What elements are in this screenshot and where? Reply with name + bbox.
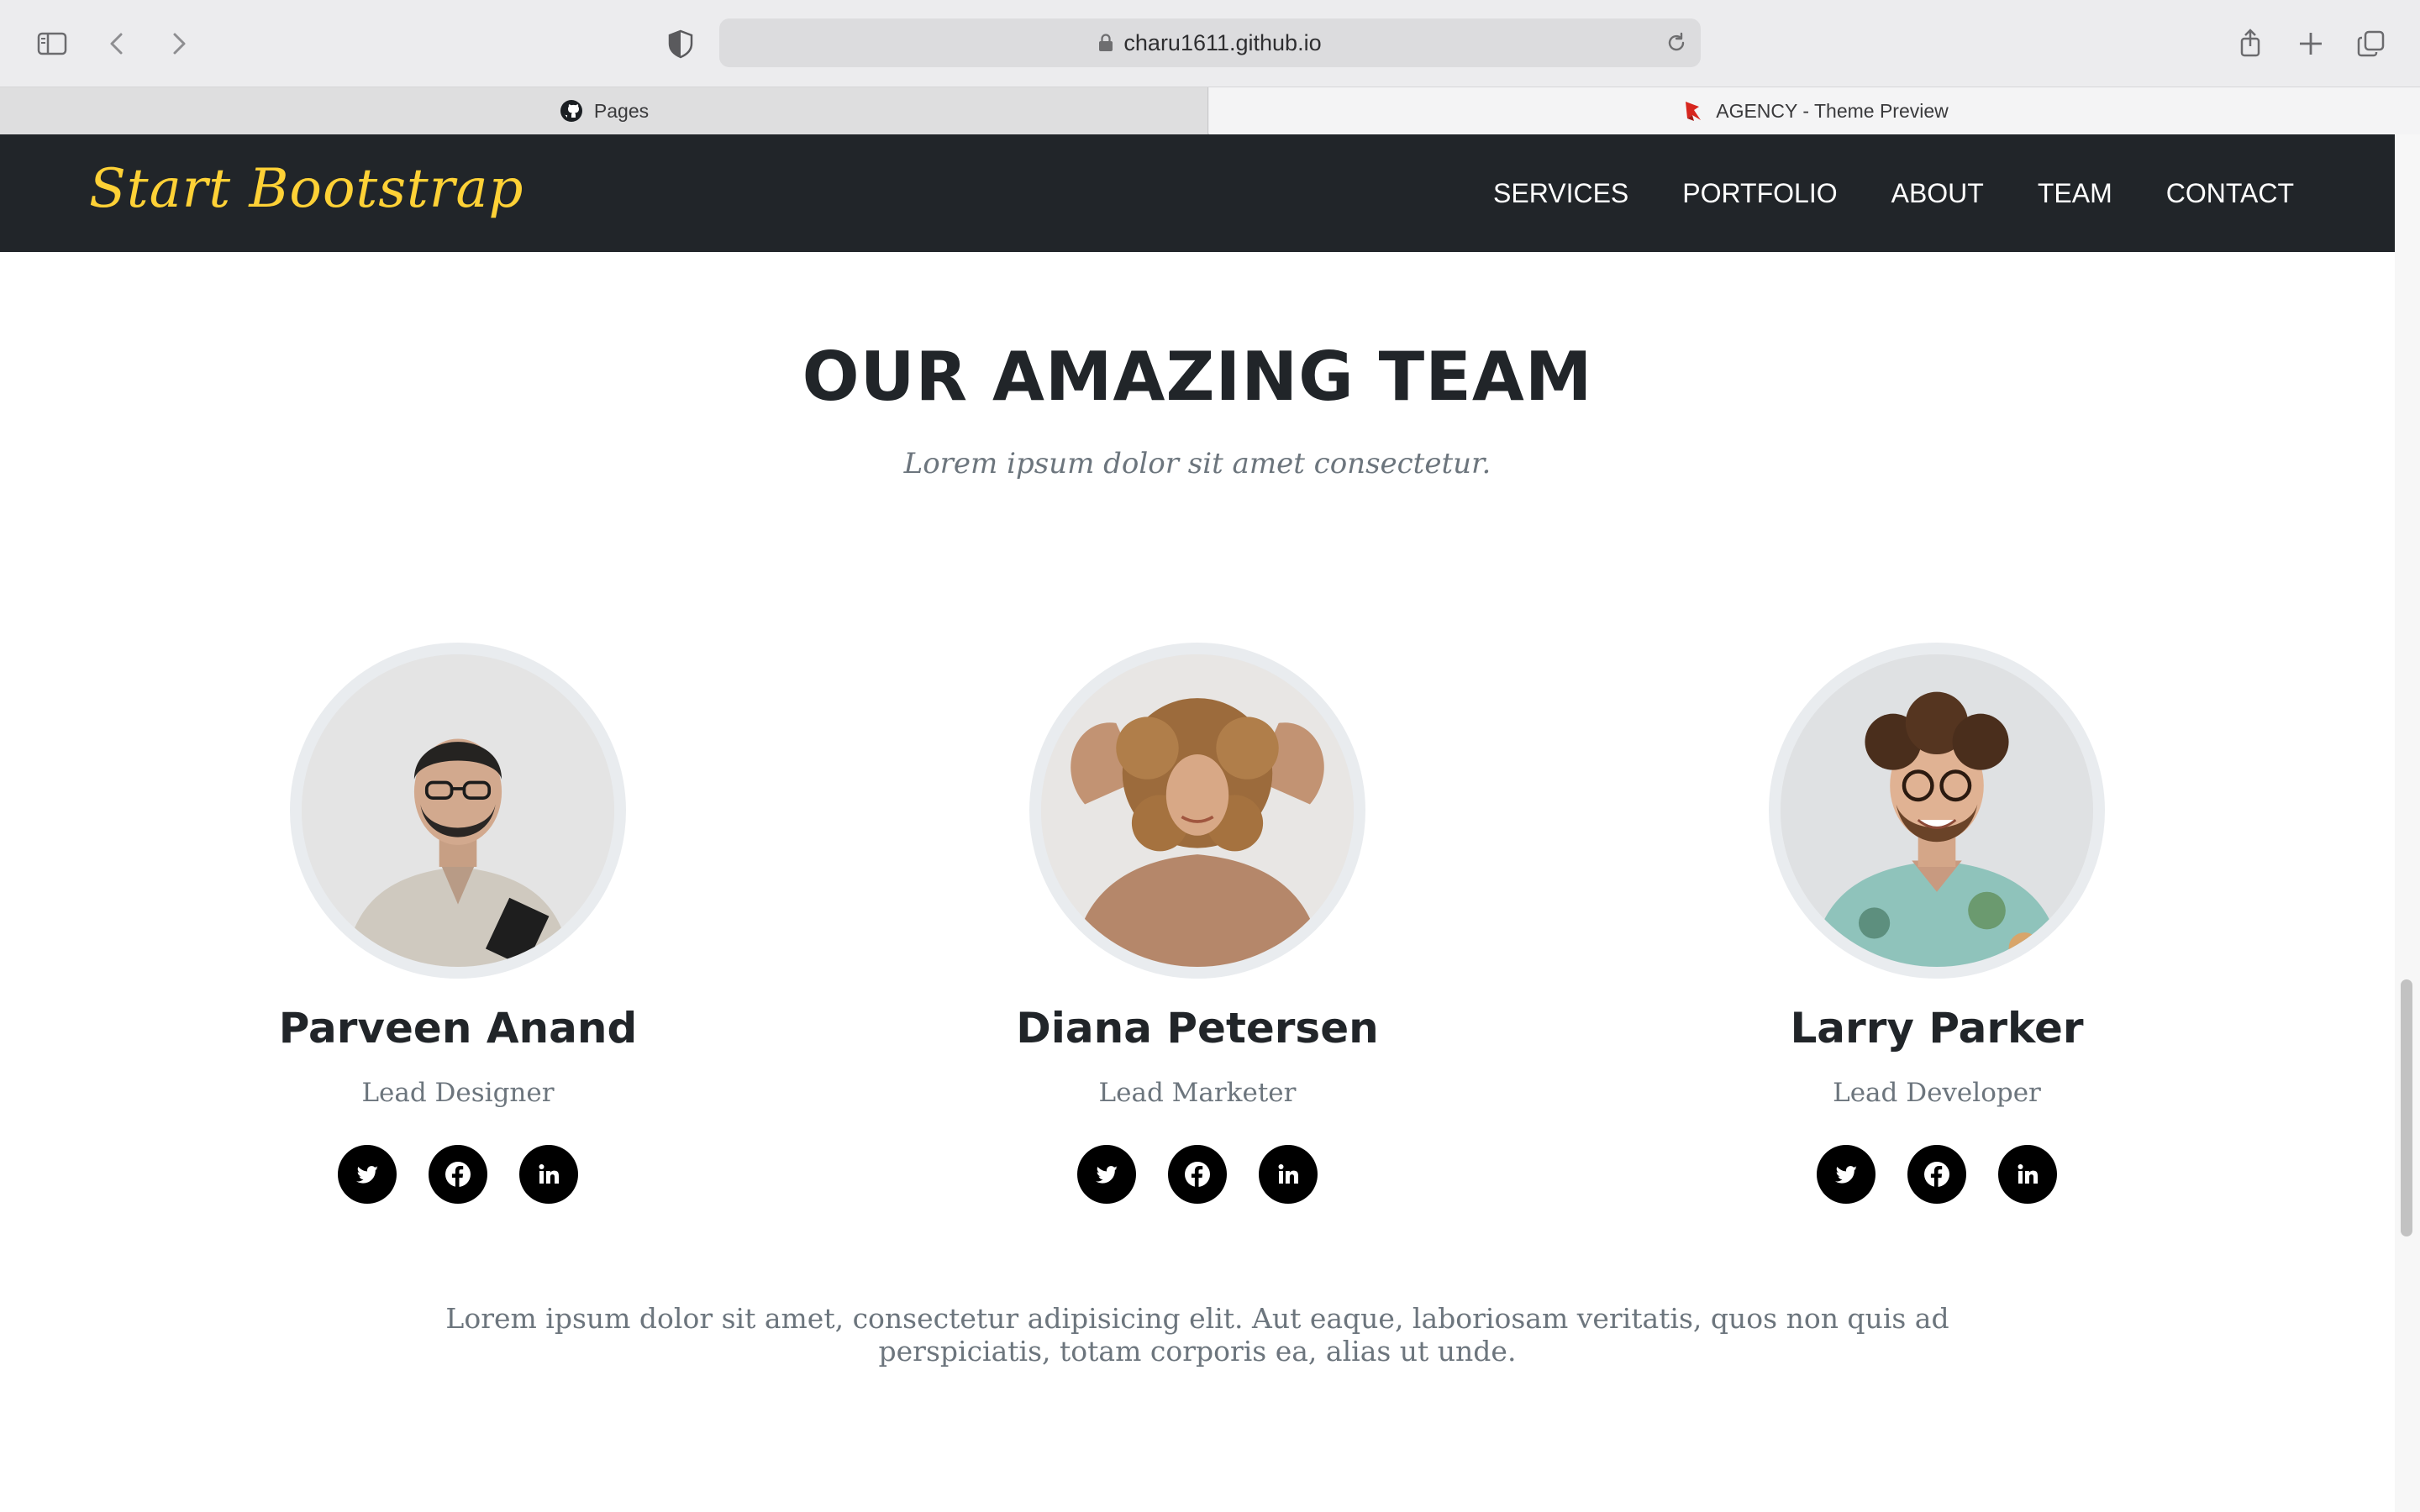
nav-link-about[interactable]: ABOUT bbox=[1891, 178, 1984, 209]
team-member-card: Larry Parker Lead Developer bbox=[1685, 643, 2189, 1204]
privacy-shield-icon[interactable] bbox=[659, 22, 702, 66]
member-role: Lead Marketer bbox=[1098, 1078, 1297, 1108]
section-heading: OUR AMAZING TEAM bbox=[802, 338, 1593, 416]
url-text: charu1611.github.io bbox=[1123, 29, 1322, 55]
tab-agency[interactable]: AGENCY - Theme Preview bbox=[1209, 87, 2420, 134]
scrollbar-track[interactable] bbox=[2395, 134, 2420, 1512]
share-icon[interactable] bbox=[2228, 22, 2272, 66]
team-footer-text: Lorem ipsum dolor sit amet, consectetur … bbox=[445, 1302, 1949, 1368]
lock-icon bbox=[1099, 34, 1113, 51]
browser-toolbar: charu1611.github.io bbox=[0, 0, 2420, 87]
forward-icon[interactable] bbox=[156, 22, 200, 66]
back-icon[interactable] bbox=[96, 22, 139, 66]
linkedin-icon[interactable] bbox=[1259, 1145, 1318, 1204]
address-bar[interactable]: charu1611.github.io bbox=[719, 18, 1701, 67]
sidebar-toggle-icon[interactable] bbox=[30, 22, 74, 66]
tab-label: AGENCY - Theme Preview bbox=[1716, 99, 1949, 122]
twitter-icon[interactable] bbox=[338, 1145, 397, 1204]
linkedin-icon[interactable] bbox=[519, 1145, 578, 1204]
reload-icon[interactable] bbox=[1664, 30, 1689, 55]
nav-link-portfolio[interactable]: PORTFOLIO bbox=[1682, 178, 1837, 209]
social-links bbox=[945, 1145, 1449, 1204]
section-subheading: Lorem ipsum dolor sit amet consectetur. bbox=[903, 447, 1491, 480]
brand-logo[interactable]: Start Bootstrap bbox=[89, 158, 523, 220]
member-role: Lead Designer bbox=[361, 1078, 555, 1108]
social-links bbox=[206, 1145, 710, 1204]
avatar bbox=[1029, 643, 1365, 979]
tab-label: Pages bbox=[593, 99, 650, 122]
facebook-icon[interactable] bbox=[429, 1145, 487, 1204]
team-member-card: Diana Petersen Lead Marketer bbox=[945, 643, 1449, 1204]
scrollbar-thumb[interactable] bbox=[2401, 979, 2412, 1236]
github-icon bbox=[560, 100, 582, 122]
member-role: Lead Developer bbox=[1833, 1078, 2041, 1108]
twitter-icon[interactable] bbox=[1077, 1145, 1136, 1204]
member-name: Larry Parker bbox=[1790, 1004, 2084, 1053]
facebook-icon[interactable] bbox=[1907, 1145, 1966, 1204]
new-tab-icon[interactable] bbox=[2289, 22, 2333, 66]
tab-overview-icon[interactable] bbox=[2349, 22, 2393, 66]
nav-links: SERVICES PORTFOLIO ABOUT TEAM CONTACT bbox=[1439, 134, 2294, 252]
member-name: Diana Petersen bbox=[1016, 1004, 1379, 1053]
tab-pages[interactable]: Pages bbox=[0, 87, 1208, 134]
member-name: Parveen Anand bbox=[278, 1004, 638, 1053]
site-navbar: Start Bootstrap SERVICES PORTFOLIO ABOUT… bbox=[0, 134, 2395, 252]
twitter-icon[interactable] bbox=[1817, 1145, 1876, 1204]
social-links bbox=[1685, 1145, 2189, 1204]
facebook-icon[interactable] bbox=[1168, 1145, 1227, 1204]
nav-link-contact[interactable]: CONTACT bbox=[2166, 178, 2294, 209]
team-member-card: Parveen Anand Lead Designer bbox=[206, 643, 710, 1204]
linkedin-icon[interactable] bbox=[1998, 1145, 2057, 1204]
bootstrap-favicon bbox=[1686, 102, 1702, 121]
nav-link-services[interactable]: SERVICES bbox=[1493, 178, 1628, 209]
nav-link-team[interactable]: TEAM bbox=[2038, 178, 2112, 209]
avatar bbox=[1769, 643, 2105, 979]
tab-strip: Pages AGENCY - Theme Preview bbox=[0, 87, 2420, 134]
avatar bbox=[290, 643, 626, 979]
